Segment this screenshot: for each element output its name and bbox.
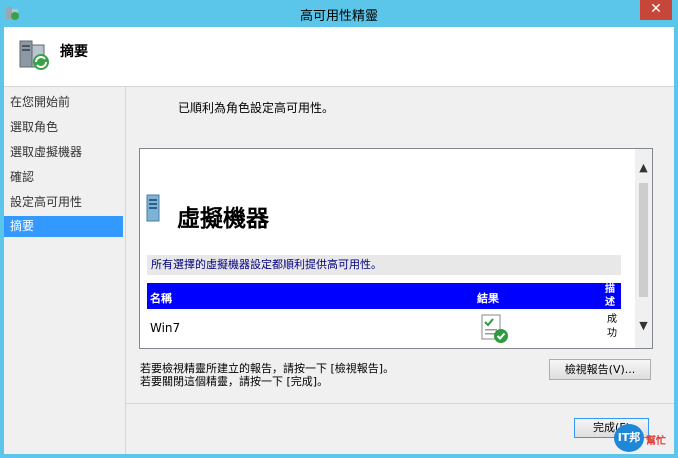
view-report-button[interactable]: 檢視報告(V)...: [549, 359, 651, 380]
watermark-badge: IT邦: [614, 424, 644, 452]
close-button[interactable]: ✕: [640, 0, 672, 20]
window-title: 高可用性精靈: [299, 9, 378, 24]
report-table-header: 名稱 結果 描述: [147, 283, 621, 309]
step-summary[interactable]: 摘要: [4, 216, 123, 237]
server-icon: [146, 194, 160, 222]
wizard-header: 摘要: [4, 27, 674, 87]
column-result: 結果: [477, 292, 499, 305]
scroll-up-icon[interactable]: ▲: [635, 161, 652, 174]
success-report-icon: [481, 314, 508, 343]
scroll-thumb[interactable]: [639, 183, 648, 297]
report-description: 所有選擇的虛擬機器設定都順利提供高可用性。: [147, 255, 621, 275]
step-configure-ha[interactable]: 設定高可用性: [4, 192, 123, 213]
step-select-vm[interactable]: 選取虛擬機器: [4, 142, 123, 163]
watermark-text: 幫忙: [646, 436, 666, 447]
success-message: 已順利為角色設定高可用性。: [178, 101, 335, 115]
table-row-description: 成功: [607, 314, 617, 339]
summary-content: 已順利為角色設定高可用性。 虛擬機器 所有選擇的虛擬機器設定都順利提供高可用性。…: [126, 87, 674, 454]
title-bar: 高可用性精靈 ✕: [0, 0, 678, 27]
column-name: 名稱: [150, 292, 172, 305]
report-scrollbar[interactable]: ▲ ▼: [635, 149, 652, 348]
wizard-steps: 在您開始前 選取角色 選取虛擬機器 確認 設定高可用性 摘要: [4, 87, 126, 454]
report-heading: 虛擬機器: [177, 206, 269, 232]
step-confirm[interactable]: 確認: [4, 167, 123, 188]
table-row-name: Win7: [150, 321, 181, 335]
finish-hint: 若要關閉這個精靈，請按一下 [完成]。: [140, 375, 329, 388]
report-viewer[interactable]: 虛擬機器 所有選擇的虛擬機器設定都順利提供高可用性。 名稱 結果 描述 Win7…: [139, 148, 653, 349]
step-before-you-begin[interactable]: 在您開始前: [4, 92, 123, 113]
page-title: 摘要: [60, 44, 88, 60]
column-description: 描述: [605, 284, 615, 308]
step-select-role[interactable]: 選取角色: [4, 117, 123, 138]
wizard-client: 摘要 在您開始前 選取角色 選取虛擬機器 確認 設定高可用性 摘要 已順利為角色…: [4, 27, 674, 454]
failover-cluster-icon: [19, 40, 49, 70]
watermark-logo: IT邦 幫忙: [614, 424, 674, 452]
scroll-down-icon[interactable]: ▼: [635, 319, 652, 332]
divider: [126, 403, 674, 404]
